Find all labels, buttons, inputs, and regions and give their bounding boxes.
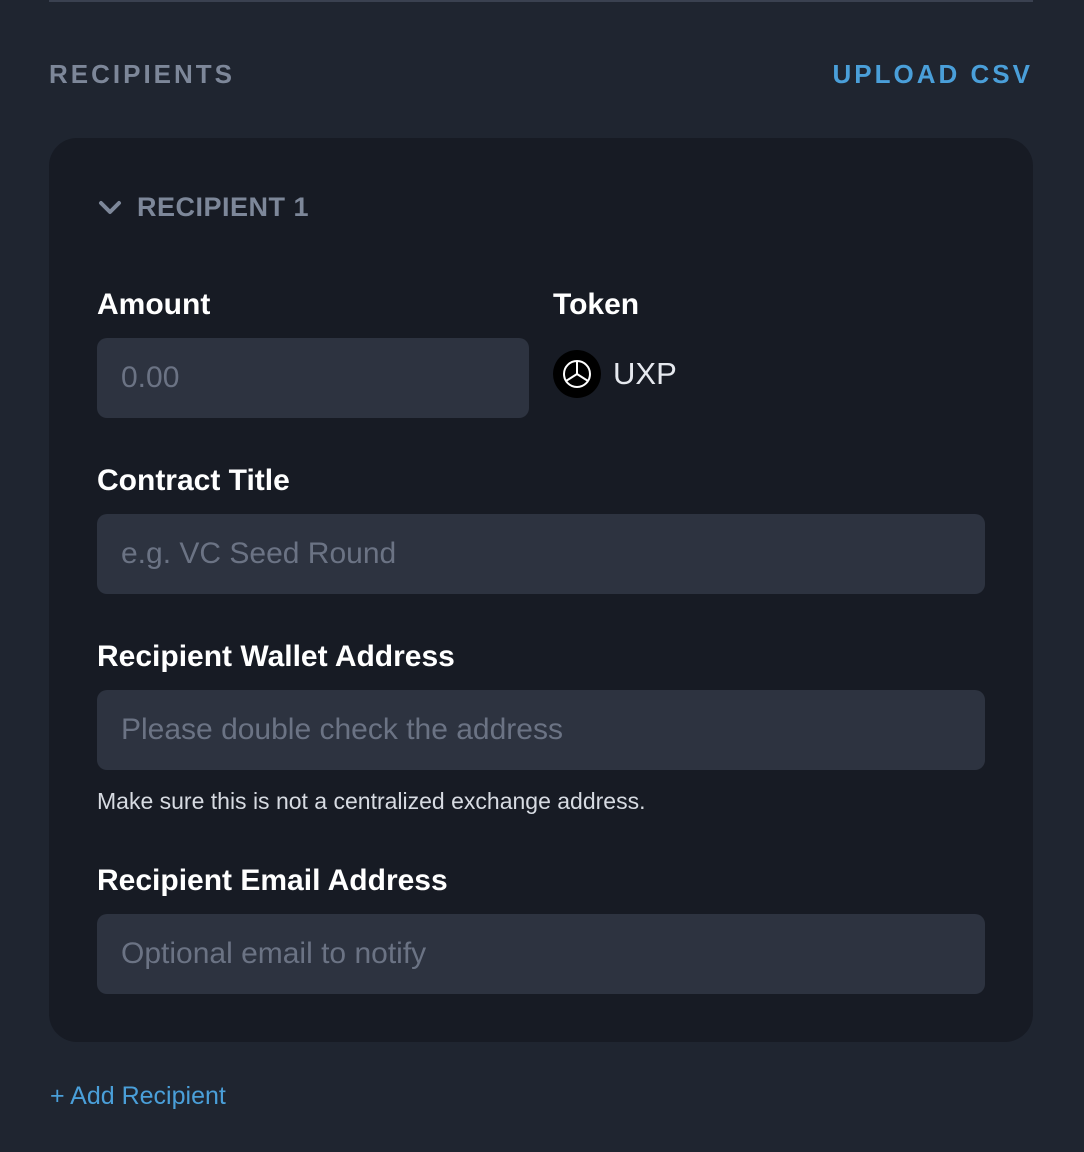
token-symbol: UXP xyxy=(613,356,677,391)
email-address-input[interactable] xyxy=(97,914,985,994)
recipient-1-toggle[interactable]: RECIPIENT 1 xyxy=(97,192,309,223)
wallet-address-label: Recipient Wallet Address xyxy=(97,640,455,673)
email-address-label: Recipient Email Address xyxy=(97,864,448,897)
wallet-address-input[interactable] xyxy=(97,690,985,770)
amount-label: Amount xyxy=(97,288,211,321)
token-label: Token xyxy=(553,288,640,321)
chevron-down-icon xyxy=(97,195,123,221)
contract-title-input[interactable] xyxy=(97,514,985,594)
wallet-address-hint: Make sure this is not a centralized exch… xyxy=(97,788,646,814)
top-divider xyxy=(49,0,1033,2)
add-recipient-link[interactable]: + Add Recipient xyxy=(50,1082,226,1111)
section-header: RECIPIENTS UPLOAD CSV xyxy=(49,56,1033,92)
recipient-card: RECIPIENT 1 Amount Token UXP Contract Ti… xyxy=(49,138,1033,1042)
contract-title-label: Contract Title xyxy=(97,464,290,497)
amount-input[interactable] xyxy=(97,338,529,418)
section-title: RECIPIENTS xyxy=(49,58,236,89)
recipients-form-page: RECIPIENTS UPLOAD CSV RECIPIENT 1 Amount… xyxy=(0,0,1084,1152)
recipient-label: RECIPIENT 1 xyxy=(137,192,310,222)
token-selector[interactable]: UXP xyxy=(553,350,677,398)
uxp-token-icon xyxy=(553,350,601,398)
upload-csv-button[interactable]: UPLOAD CSV xyxy=(833,59,1033,90)
